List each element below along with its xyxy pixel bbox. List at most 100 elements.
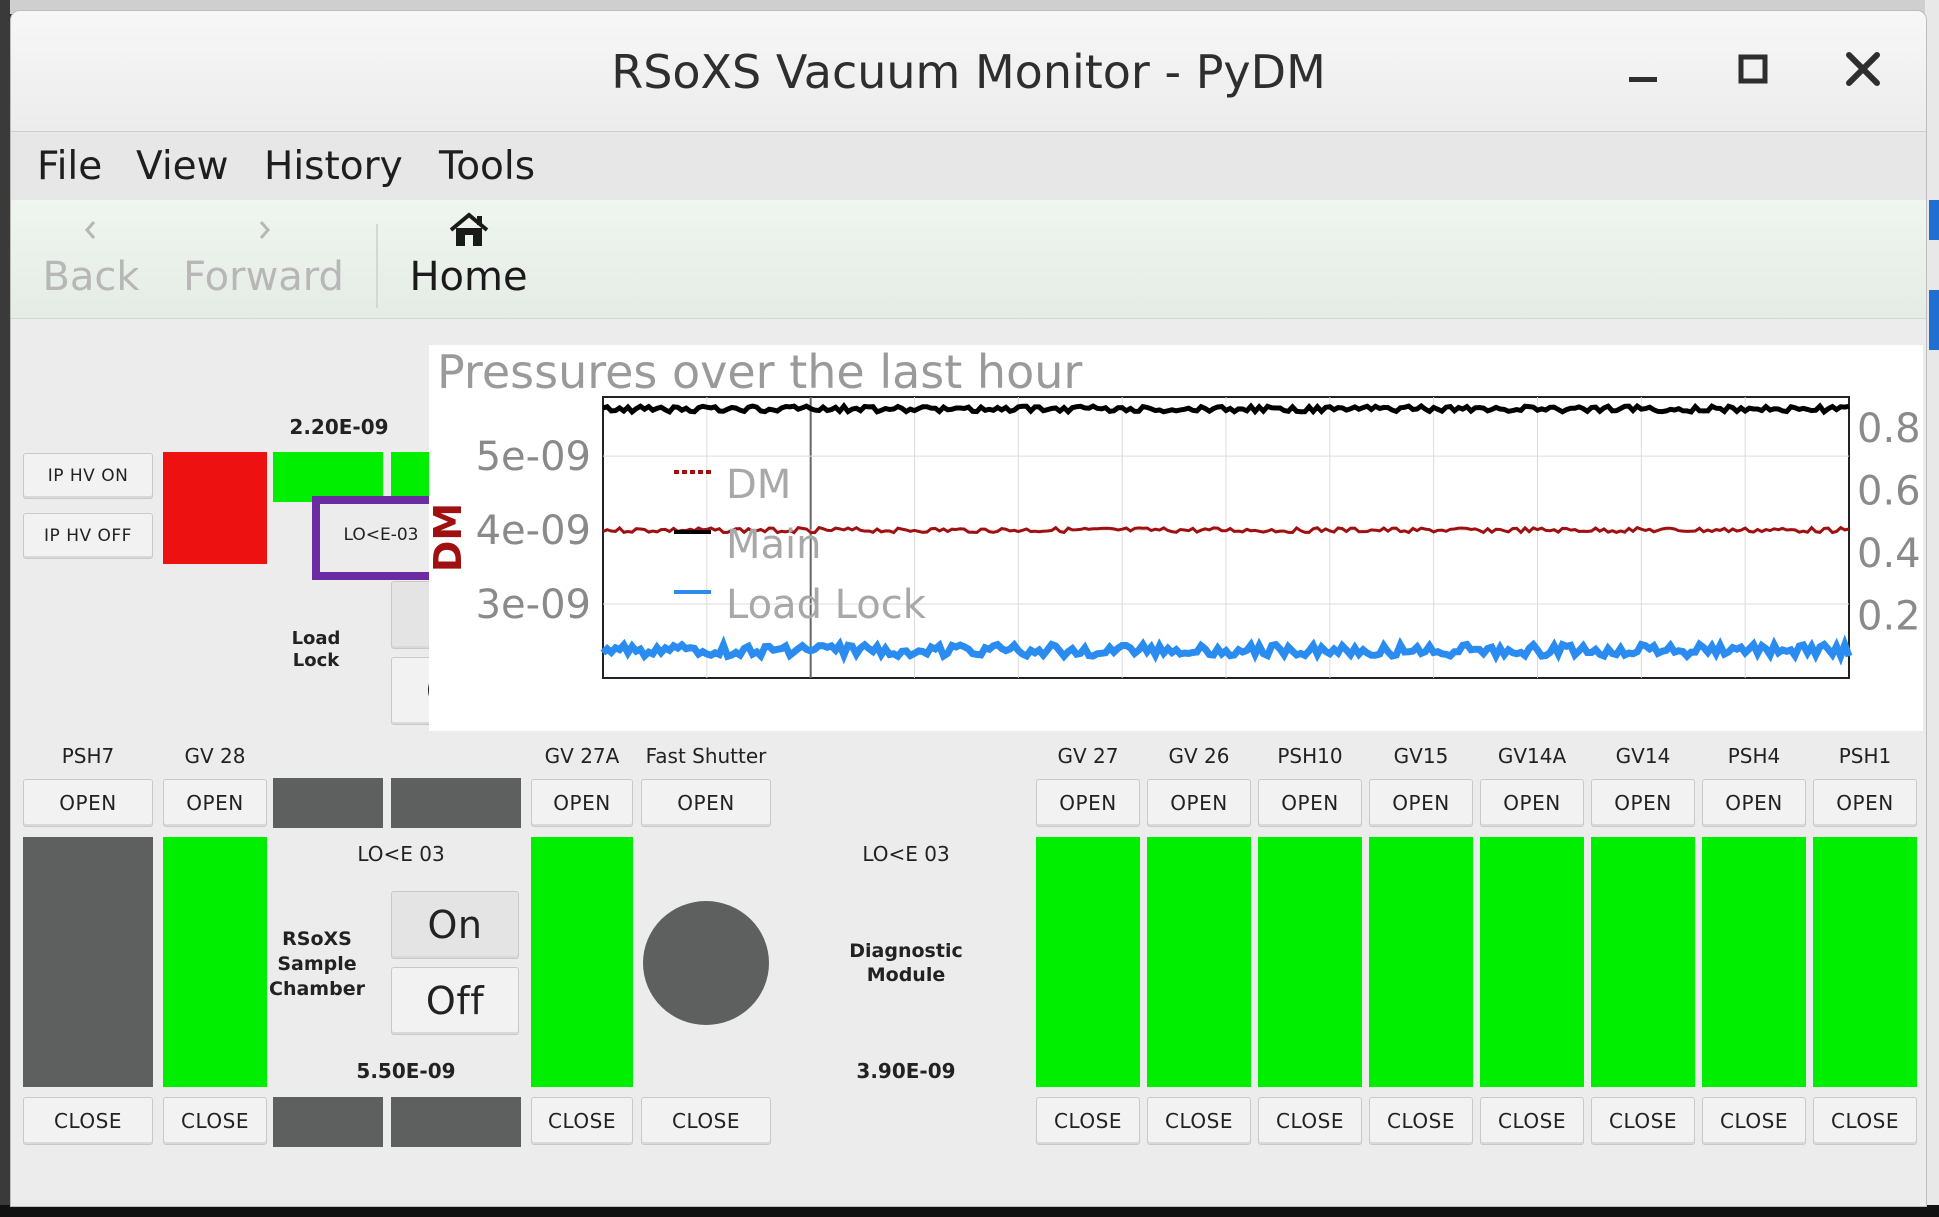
close-button-psh7[interactable]: CLOSE [23,1097,153,1145]
chamber-valve-top-1 [273,778,383,828]
close-icon[interactable] [1841,49,1885,93]
close-button-gv-26[interactable]: CLOSE [1147,1097,1251,1145]
open-button-gv-27[interactable]: OPEN [1036,779,1140,827]
menu-bar: File View History Tools [11,132,1926,200]
open-button-psh4[interactable]: OPEN [1702,779,1806,827]
valve-indicator-gv14a [1480,837,1584,1087]
open-button-psh1[interactable]: OPEN [1813,779,1917,827]
forward-button[interactable]: Forward [181,210,346,310]
sample-chamber-label: RSoXS Sample Chamber [269,928,365,1000]
legend-label-main: Main [726,522,822,568]
valve-indicator-psh4 [1702,837,1806,1087]
y-tick-label: 4e-09 [476,508,591,554]
valve-indicator-gv-27 [1036,837,1140,1087]
ip-hv-on-button[interactable]: IP HV ON [23,453,153,499]
open-button-gv-26[interactable]: OPEN [1147,779,1251,827]
valve-name-gv14a: GV14A [1497,744,1567,768]
close-button-gv-27[interactable]: CLOSE [1036,1097,1140,1145]
chart-canvas[interactable]: 3e-09 4e-09 5e-09 0.2 0.4 0.6 0.8 DM DM Main Load … [429,345,1923,731]
close-button-fast-shutter[interactable]: CLOSE [641,1097,771,1145]
close-button-psh4[interactable]: CLOSE [1702,1097,1806,1145]
minimize-icon[interactable] [1621,49,1665,93]
valve-name-gv-28: GV 28 [184,744,246,768]
chevron-right-icon [259,221,270,239]
valve-indicator-gv-26 [1147,837,1251,1087]
open-button-gv-28[interactable]: OPEN [163,779,267,827]
open-button-gv15[interactable]: OPEN [1369,779,1473,827]
pressure-chart: Pressures over the last hour 3e-09 4e-09 5… [429,345,1923,731]
open-button-psh10[interactable]: OPEN [1258,779,1362,827]
y2-tick-label: 0.8 [1857,406,1921,452]
load-lock-label: Load Lock [291,628,341,671]
close-button-gv14a[interactable]: CLOSE [1480,1097,1584,1145]
close-button-gv-28[interactable]: CLOSE [163,1097,267,1145]
chevron-left-icon [85,221,96,239]
valve-indicator-gv15 [1369,837,1473,1087]
toolbar: Back Forward Home [11,200,1926,319]
menu-history[interactable]: History [264,144,403,189]
home-button[interactable]: Home [406,210,531,310]
close-button-gv14[interactable]: CLOSE [1591,1097,1695,1145]
load-lock-valve-indicator-1 [273,452,383,502]
open-button-gv14[interactable]: OPEN [1591,779,1695,827]
home-label: Home [409,254,528,300]
valve-indicator-gv-27a [531,837,633,1087]
y-axis-label: DM [429,503,470,572]
desktop-right-edge [1925,0,1939,1217]
title-bar: RSoXS Vacuum Monitor - PyDM [11,11,1926,132]
valve-indicator-gv-28 [163,837,267,1087]
home-icon [449,212,488,246]
main-window: RSoXS Vacuum Monitor - PyDM File View Hi… [10,10,1927,1207]
valve-name-fast-shutter: Fast Shutter [645,744,767,768]
valve-indicator-psh7 [23,837,153,1087]
back-label: Back [42,254,140,300]
chamber-valve-bottom-2 [391,1097,521,1147]
y-tick-label: 3e-09 [476,582,591,628]
y2-tick-label: 0.2 [1857,594,1921,640]
valve-indicator-psh1 [1813,837,1917,1087]
legend-label-load-lock: Load Lock [726,582,927,628]
valve-name-psh1: PSH1 [1838,744,1892,768]
diagnostic-module-label: Diagnostic Module [849,940,963,986]
chamber-valve-bottom-1 [273,1097,383,1147]
sample-chamber-pressure: 5.50E-09 [356,1059,456,1083]
ip-hv-off-button[interactable]: IP HV OFF [23,513,153,559]
load-lock-pressure: 2.20E-09 [289,415,389,439]
close-button-gv15[interactable]: CLOSE [1369,1097,1473,1145]
valve-name-gv-26: GV 26 [1168,744,1230,768]
close-button-gv-27a[interactable]: CLOSE [531,1097,633,1145]
selection-highlight [312,496,446,580]
chamber-valve-top-2 [391,778,521,828]
open-button-gv-27a[interactable]: OPEN [531,779,633,827]
open-button-fast-shutter[interactable]: OPEN [641,779,771,827]
open-button-psh7[interactable]: OPEN [23,779,153,827]
ip-hv-status-indicator [163,452,267,564]
legend-label-dm: DM [726,462,791,508]
diagnostic-module-pressure: 3.90E-09 [856,1059,956,1083]
maximize-icon[interactable] [1731,49,1775,93]
desktop-left-edge [0,0,10,1217]
y2-tick-label: 0.6 [1857,469,1921,515]
valve-indicator-gv14 [1591,837,1695,1087]
sample-chamber-gauge-status: LO<E 03 [357,842,445,866]
open-button-gv14a[interactable]: OPEN [1480,779,1584,827]
diagnostic-gauge-status: LO<E 03 [862,842,950,866]
valve-indicator-psh10 [1258,837,1362,1087]
valve-name-gv-27: GV 27 [1057,744,1119,768]
valve-name-gv14: GV14 [1615,744,1671,768]
y2-tick-label: 0.4 [1857,531,1921,577]
close-button-psh1[interactable]: CLOSE [1813,1097,1917,1145]
valve-name-psh10: PSH10 [1277,744,1343,768]
y-tick-label: 5e-09 [476,434,591,480]
menu-tools[interactable]: Tools [439,144,535,189]
menu-view[interactable]: View [136,144,229,189]
back-button[interactable]: Back [41,210,141,310]
menu-file[interactable]: File [37,144,102,189]
sample-chamber-on-button[interactable]: On [391,891,519,959]
sample-chamber-off-button[interactable]: Off [391,967,519,1035]
close-button-psh10[interactable]: CLOSE [1258,1097,1362,1145]
vacuum-panel: 2.20E-09 IP HV ON IP HV OFF LO<E-03 Load… [11,319,1926,1206]
valve-name-gv-27a: GV 27A [544,744,620,768]
valve-name-gv15: GV15 [1393,744,1449,768]
valve-name-psh7: PSH7 [61,744,115,768]
